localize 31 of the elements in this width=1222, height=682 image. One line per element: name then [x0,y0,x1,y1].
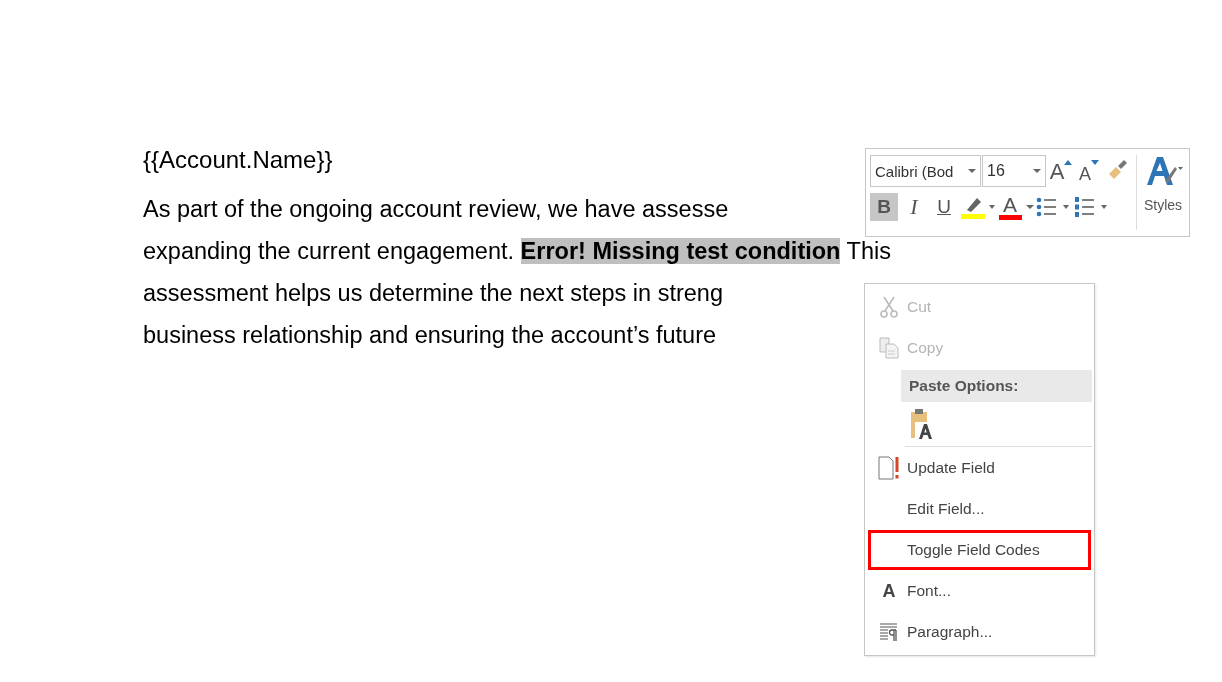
bold-button[interactable]: B [870,193,898,221]
paragraph-icon [879,622,899,642]
copy-icon [879,337,899,359]
paragraph-line: As part of the ongoing account review, we have assesse [143,196,729,222]
grow-font-button[interactable]: A [1048,157,1074,185]
styles-button[interactable]: Styles [1136,155,1189,230]
menu-item[interactable]: A Font... [868,571,1091,611]
numbered-list-icon [1074,196,1110,218]
font-size-dropdown[interactable]: 16 [982,155,1046,187]
document-alert-icon [878,456,900,480]
menu-item[interactable]: Paragraph... [868,612,1091,652]
triangle-icon [1064,160,1073,165]
underline-button[interactable]: U [930,193,958,221]
paragraph-line: business relationship and ensuring the account’s future [143,322,717,348]
menu-item[interactable]: Update Field [868,448,1091,488]
scissors-icon [879,296,899,318]
font-name-dropdown[interactable]: Calibri (Bod [870,155,981,187]
italic-button[interactable]: I [900,193,928,221]
paste-options-header: Paste Options: [901,370,1092,402]
triangle-icon [1091,160,1099,165]
field-result: Error! Missing test condition [520,238,841,264]
paragraph-line: assessment helps us determine the next steps in streng [143,280,723,306]
menu-item[interactable]: Toggle Field Codes [868,530,1091,570]
paragraph-line: This [845,238,891,264]
menu-item[interactable]: Edit Field... [868,489,1091,529]
paragraph-line: expanding the current engagement. [143,238,516,264]
bullet-list-icon [1036,196,1072,218]
font-icon: A [882,580,896,602]
shrink-font-button[interactable]: A [1076,157,1102,185]
document-heading: {{Account.Name}} [143,146,333,174]
font-color-button[interactable]: A [998,193,1034,221]
